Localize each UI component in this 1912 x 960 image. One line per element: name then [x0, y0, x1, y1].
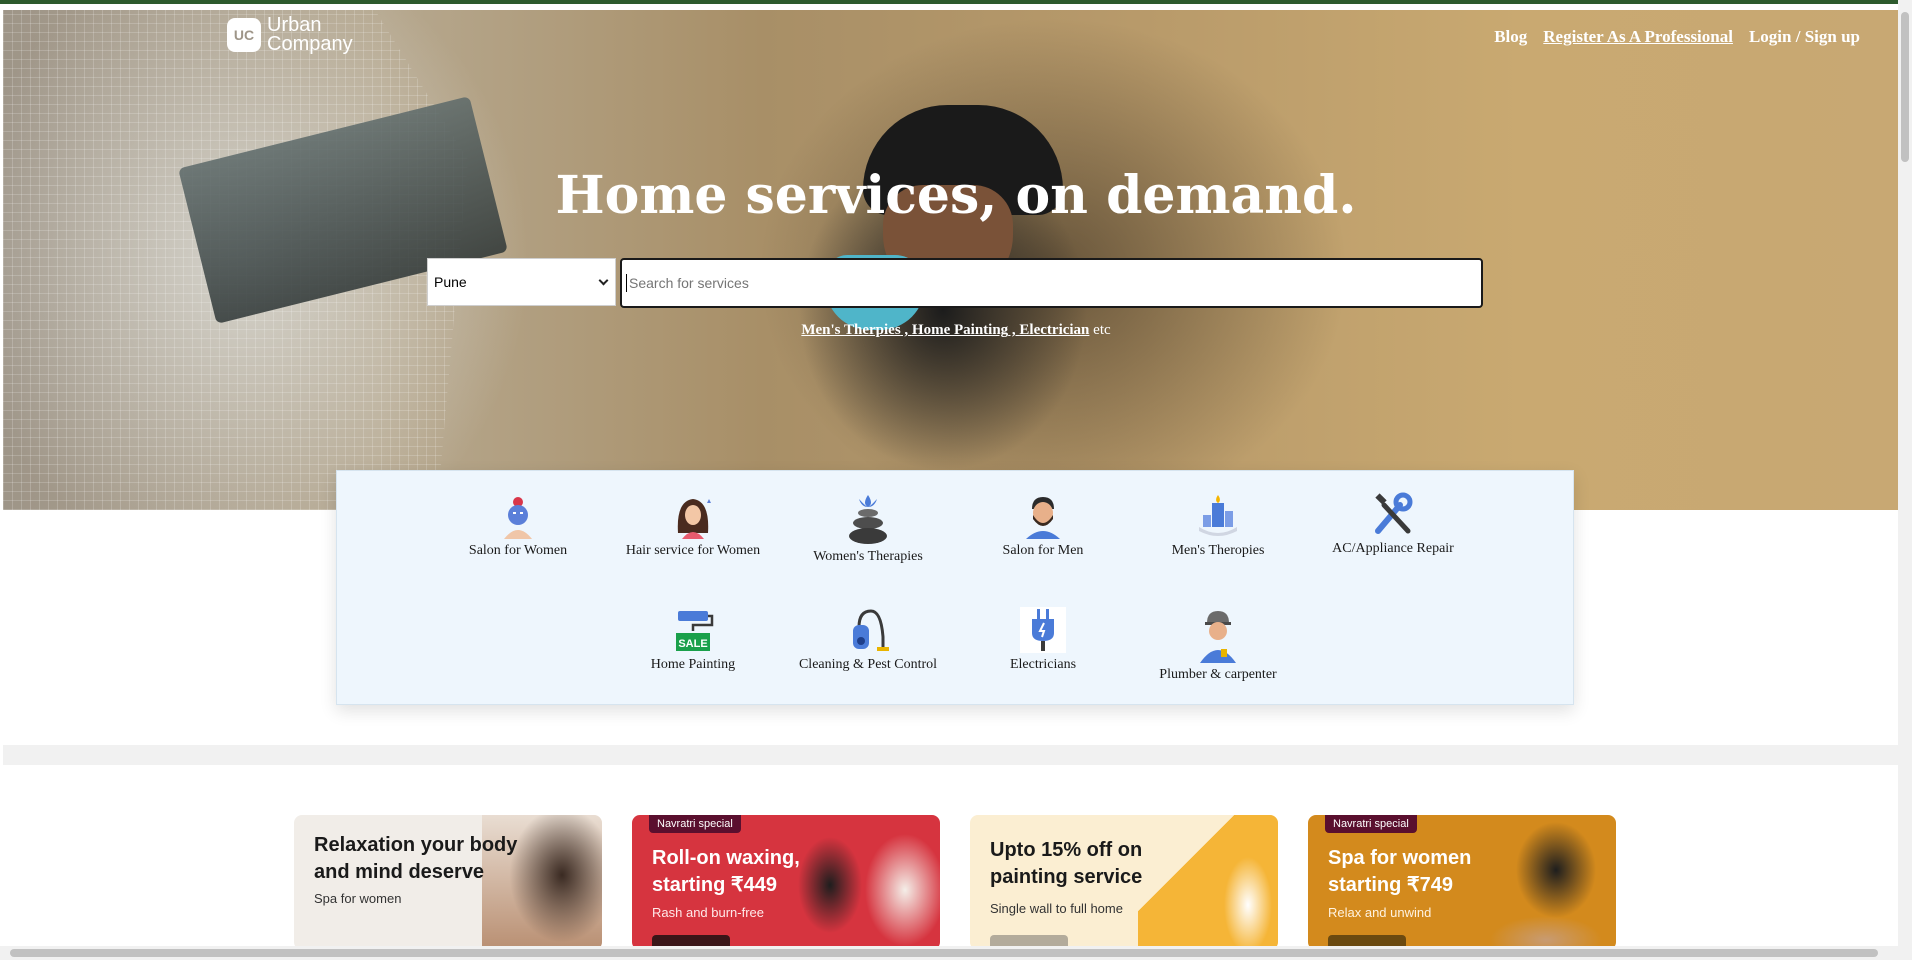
search-placeholder: Search for services — [629, 275, 749, 291]
category-cleaning-pest-control[interactable]: Cleaning & Pest Control — [783, 607, 953, 673]
promo-tag: Navratri special — [649, 815, 741, 833]
service-search-input[interactable]: Search for services — [620, 258, 1483, 308]
vertical-scrollbar-thumb[interactable] — [1901, 12, 1909, 162]
category-label: Hair service for Women — [625, 543, 761, 558]
city-select[interactable]: Pune — [427, 258, 616, 306]
promo-card-waxing[interactable]: Navratri special Roll-on waxing, startin… — [632, 815, 940, 950]
section-divider — [3, 745, 1898, 765]
suggestion-link[interactable]: Electrician — [1019, 322, 1089, 338]
category-label: Women's Therapies — [813, 549, 923, 564]
logo-badge: UC — [227, 18, 261, 52]
wrench-screwdriver-icon — [1375, 492, 1413, 534]
category-plumber-carpenter[interactable]: Plumber & carpenter — [1133, 607, 1303, 683]
top-border — [0, 0, 1912, 4]
promo-subtitle: Rash and burn-free — [652, 905, 765, 920]
category-mens-theropies[interactable]: Men's Theropies — [1133, 493, 1303, 559]
nav-register-link[interactable]: Register As A Professional — [1543, 27, 1733, 47]
plug-icon — [1020, 607, 1066, 653]
promo-title: Spa for women starting ₹749 — [1328, 847, 1472, 896]
promo-card-spa[interactable]: Relaxation your body and mind deserve Sp… — [294, 815, 602, 950]
woman-facial-icon — [504, 497, 532, 539]
promo-title: Relaxation your body and mind deserve — [314, 834, 518, 883]
category-label: AC/Appliance Repair — [1332, 541, 1454, 556]
nav-blog-link[interactable]: Blog — [1494, 27, 1527, 47]
city-select-value: Pune — [434, 274, 467, 290]
category-salon-women[interactable]: Salon for Women — [433, 493, 603, 559]
promo-title: Roll-on waxing, starting ₹449 — [652, 847, 800, 896]
category-label: Cleaning & Pest Control — [798, 657, 938, 672]
suggestion-etc: etc — [1089, 322, 1111, 338]
vacuum-cleaner-icon — [853, 609, 889, 651]
svg-text:SALE: SALE — [678, 638, 707, 650]
worker-helmet-icon — [1200, 611, 1236, 663]
logo-line-2: Company — [267, 33, 353, 55]
horizontal-scrollbar[interactable] — [0, 946, 1898, 960]
promo-card-spa-women[interactable]: Navratri special Spa for women starting … — [1308, 815, 1616, 950]
suggestion-link[interactable]: Men's Therpies — [801, 322, 900, 338]
search-bar: Pune Search for services — [427, 258, 1483, 308]
category-home-painting[interactable]: SALE Home Painting — [608, 607, 778, 673]
category-electricians[interactable]: Electricians — [958, 607, 1128, 673]
woman-hair-icon — [677, 499, 711, 539]
suggestion-separator: , — [900, 322, 912, 338]
category-women-therapies[interactable]: Women's Therapies — [783, 493, 953, 565]
top-nav: Blog Register As A Professional Login / … — [1494, 27, 1860, 47]
category-ac-appliance-repair[interactable]: AC/Appliance Repair — [1308, 491, 1478, 557]
horizontal-scrollbar-thumb[interactable] — [10, 949, 1878, 957]
promo-subtitle: Spa for women — [314, 891, 402, 906]
promo-tag: Navratri special — [1325, 815, 1417, 833]
category-label: Salon for Men — [1002, 543, 1084, 558]
promo-title: Upto 15% off on painting service — [990, 839, 1143, 888]
suggestion-separator: , — [1008, 322, 1020, 338]
promo-subtitle: Single wall to full home — [990, 901, 1123, 916]
category-hair-women[interactable]: Hair service for Women — [608, 493, 778, 559]
search-suggestions: Men's Therpies , Home Painting , Electri… — [0, 322, 1912, 339]
category-label: Electricians — [1009, 657, 1077, 672]
category-panel: Salon for Women Hair service for Women W… — [336, 470, 1574, 705]
hero-title: Home services, on demand. — [555, 165, 1357, 226]
man-beard-icon — [1026, 497, 1060, 539]
brand-logo[interactable]: UC Urban Company — [227, 15, 353, 55]
candle-spa-icon — [1199, 495, 1237, 536]
category-label: Salon for Women — [468, 543, 568, 558]
promo-image-painter — [1218, 815, 1278, 950]
spa-stones-icon — [849, 495, 887, 544]
suggestion-link[interactable]: Home Painting — [912, 322, 1008, 338]
category-label: Men's Theropies — [1171, 543, 1265, 558]
category-label: Plumber & carpenter — [1159, 667, 1277, 682]
chevron-down-icon — [598, 275, 609, 286]
promo-subtitle: Relax and unwind — [1328, 905, 1432, 920]
vertical-scrollbar[interactable] — [1898, 0, 1912, 960]
logo-wordmark: Urban Company — [267, 15, 353, 55]
paint-roller-icon: SALE — [676, 611, 714, 651]
category-salon-men[interactable]: Salon for Men — [958, 493, 1128, 559]
promo-card-painting[interactable]: Upto 15% off on painting service Single … — [970, 815, 1278, 950]
nav-login-link[interactable]: Login / Sign up — [1749, 27, 1860, 47]
category-label: Home Painting — [650, 657, 736, 672]
